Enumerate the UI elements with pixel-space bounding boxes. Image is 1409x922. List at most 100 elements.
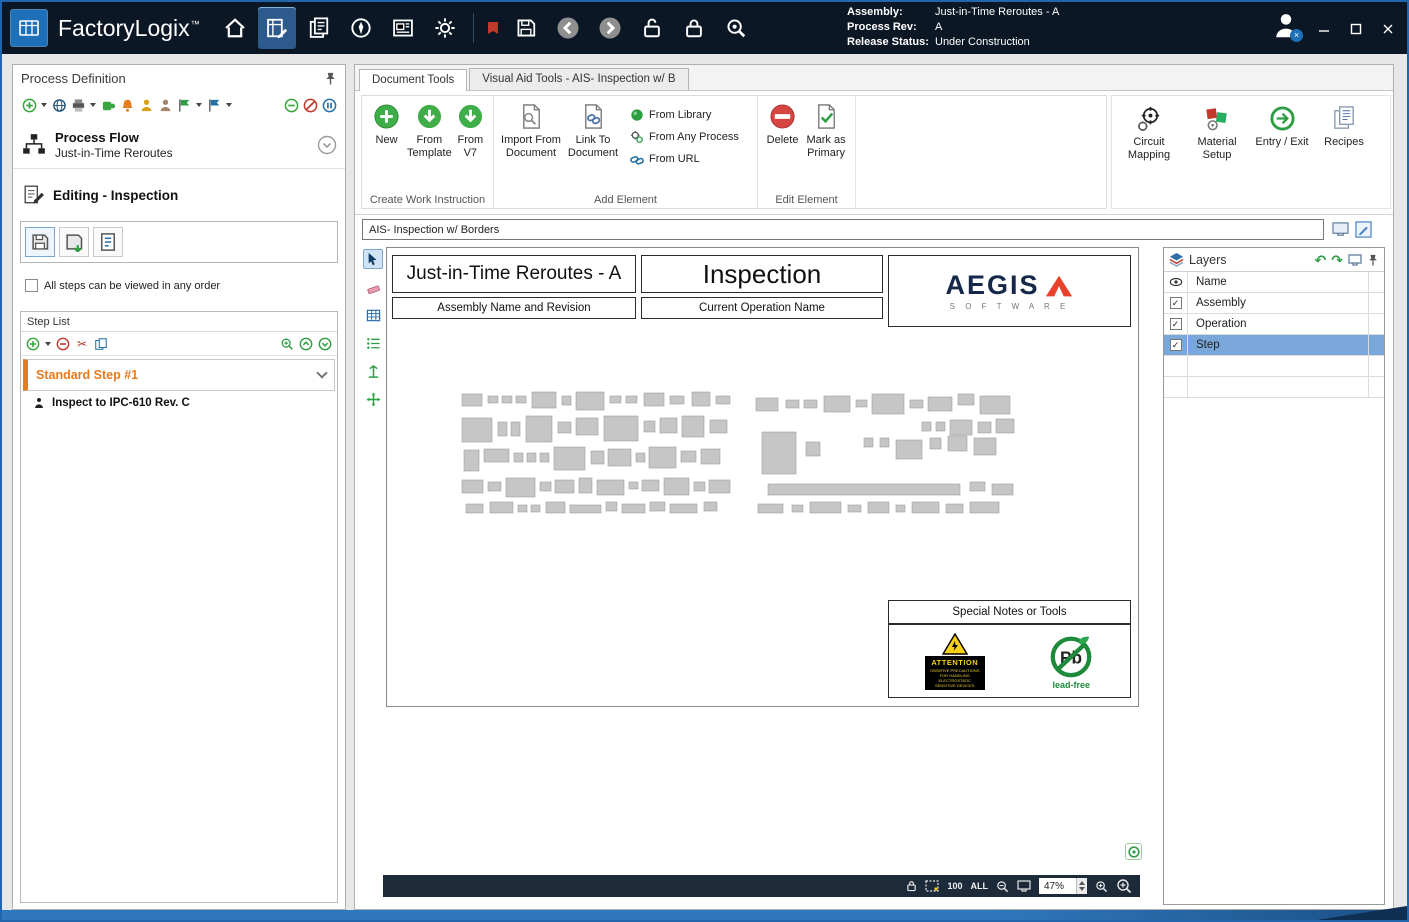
close-button[interactable]	[1381, 22, 1395, 36]
dropdown-caret[interactable]	[196, 103, 202, 107]
fullscreen-icon[interactable]	[1348, 254, 1362, 266]
save-step-button[interactable]	[25, 227, 55, 257]
process-flow-item[interactable]: Process Flow Just-in-Time Reroutes	[13, 121, 345, 169]
zoom-region-icon[interactable]	[925, 880, 939, 892]
zoom-step-icon[interactable]	[279, 336, 295, 352]
mark-as-primary-button[interactable]: Mark as Primary	[803, 100, 849, 190]
hold-icon[interactable]	[321, 97, 337, 113]
flow-icon[interactable]	[100, 97, 116, 113]
lock-zoom-icon[interactable]	[906, 880, 917, 892]
add-step-icon[interactable]	[25, 336, 41, 352]
circuit-mapping-button[interactable]: Circuit Mapping	[1116, 102, 1182, 202]
entry-exit-button[interactable]: Entry / Exit	[1252, 102, 1312, 202]
process-editor-button[interactable]	[258, 7, 296, 49]
maximize-button[interactable]	[1349, 22, 1363, 36]
move-down-icon[interactable]	[317, 336, 333, 352]
new-button[interactable]: New	[368, 100, 405, 190]
layer-checkbox[interactable]: ✓	[1170, 318, 1182, 330]
audit-search-button[interactable]	[717, 7, 755, 49]
zoom-all-button[interactable]: ALL	[971, 881, 989, 891]
copy-icon[interactable]	[93, 336, 109, 352]
zoom-stepper[interactable]	[1076, 878, 1087, 894]
eye-icon[interactable]	[1169, 276, 1183, 288]
zoom-100-button[interactable]: 100	[947, 881, 962, 891]
grid-tool-icon[interactable]	[363, 305, 383, 325]
notes-content-box[interactable]: ATTENTION OBSERVE PRECAUTIONS FOR HANDLI…	[888, 624, 1131, 698]
block-icon[interactable]	[302, 97, 318, 113]
undo-icon[interactable]: ↶	[1315, 253, 1327, 267]
zoom-level-control[interactable]: 47%	[1039, 878, 1087, 894]
tab-document-tools[interactable]: Document Tools	[359, 69, 467, 91]
zoom-out-icon[interactable]	[996, 880, 1009, 893]
from-url-button[interactable]: From URL	[630, 152, 739, 166]
alert-bell-icon[interactable]	[119, 97, 135, 113]
add-icon[interactable]	[21, 97, 37, 113]
operation-caption-box[interactable]: Current Operation Name	[641, 297, 883, 319]
from-library-button[interactable]: From Library	[630, 108, 739, 122]
settings-button[interactable]	[426, 7, 464, 49]
cut-icon[interactable]: ✂	[74, 336, 90, 352]
dropdown-caret[interactable]	[41, 103, 47, 107]
remove-step-icon[interactable]	[55, 336, 71, 352]
dropdown-caret[interactable]	[226, 103, 232, 107]
from-any-process-button[interactable]: From Any Process	[630, 130, 739, 144]
import-step-button[interactable]	[59, 227, 89, 257]
move-up-icon[interactable]	[298, 336, 314, 352]
import-from-document-button[interactable]: Import From Document	[500, 100, 562, 190]
redo-icon[interactable]: ↷	[1331, 253, 1343, 267]
list-tool-icon[interactable]	[363, 333, 383, 353]
pcb-image-left[interactable]	[454, 388, 739, 525]
dropdown-caret[interactable]	[45, 342, 51, 346]
collapse-arrow-icon[interactable]	[317, 135, 337, 155]
home-button[interactable]	[216, 7, 254, 49]
edit-document-icon[interactable]	[1353, 219, 1373, 239]
assembly-title-box[interactable]: Just-in-Time Reroutes - A	[392, 255, 636, 293]
dropdown-caret[interactable]	[90, 103, 96, 107]
trainee-icon[interactable]	[157, 97, 173, 113]
zoom-in-icon[interactable]	[1095, 880, 1108, 893]
layer-row-assembly[interactable]: ✓ Assembly	[1164, 293, 1384, 314]
lock-button[interactable]	[675, 7, 713, 49]
move-tool-icon[interactable]	[363, 389, 383, 409]
recipes-button[interactable]: Recipes	[1316, 102, 1372, 202]
pin-icon[interactable]	[324, 72, 337, 85]
link-to-document-button[interactable]: Link To Document	[564, 100, 622, 190]
layer-row-step[interactable]: ✓ Step	[1164, 335, 1384, 356]
chevron-down-icon[interactable]	[316, 367, 327, 378]
unlock-button[interactable]	[633, 7, 671, 49]
layer-row-operation[interactable]: ✓ Operation	[1164, 314, 1384, 335]
documents-button[interactable]	[300, 7, 338, 49]
step-detail-item[interactable]: Inspect to IPC-610 Rev. C	[21, 391, 337, 415]
document-name-field[interactable]: AIS- Inspection w/ Borders	[362, 219, 1324, 240]
display-mode-icon[interactable]	[1330, 219, 1350, 239]
erase-tool-icon[interactable]	[363, 277, 383, 297]
navigator-button[interactable]	[342, 7, 380, 49]
web-icon[interactable]	[51, 97, 67, 113]
material-setup-button[interactable]: Material Setup	[1186, 102, 1248, 202]
notes-title-box[interactable]: Special Notes or Tools	[888, 600, 1131, 624]
revert-step-button[interactable]	[93, 227, 123, 257]
layer-checkbox[interactable]: ✓	[1170, 297, 1182, 309]
user-button[interactable]: ×	[1271, 10, 1305, 44]
work-instruction-page[interactable]: Just-in-Time Reroutes - A Inspection AEG…	[386, 247, 1139, 707]
tab-visual-aid-tools[interactable]: Visual Aid Tools - AIS- Inspection w/ B	[469, 68, 688, 90]
forward-button[interactable]	[591, 7, 629, 49]
release-icon[interactable]	[283, 97, 299, 113]
flag-add-icon[interactable]	[176, 97, 192, 113]
from-v7-button[interactable]: From V7	[454, 100, 487, 190]
from-template-button[interactable]: From Template	[407, 100, 452, 190]
zoom-step-down-icon[interactable]	[1079, 887, 1085, 891]
alert-badge-icon[interactable]	[483, 7, 503, 49]
assembly-caption-box[interactable]: Assembly Name and Revision	[392, 297, 636, 319]
fit-screen-icon[interactable]	[1017, 880, 1031, 892]
logo-box[interactable]: AEGIS S O F T W A R E	[888, 255, 1131, 327]
any-order-checkbox[interactable]	[25, 279, 38, 292]
zoom-in-large-icon[interactable]	[1116, 878, 1132, 894]
flag-remove-icon[interactable]	[206, 97, 222, 113]
align-tool-icon[interactable]	[363, 361, 383, 381]
any-order-option[interactable]: All steps can be viewed in any order	[25, 279, 220, 292]
step-list-item[interactable]: Standard Step #1	[23, 359, 335, 391]
pcb-image-right[interactable]	[744, 390, 1032, 522]
layer-checkbox[interactable]: ✓	[1170, 339, 1182, 351]
operator-icon[interactable]	[138, 97, 154, 113]
